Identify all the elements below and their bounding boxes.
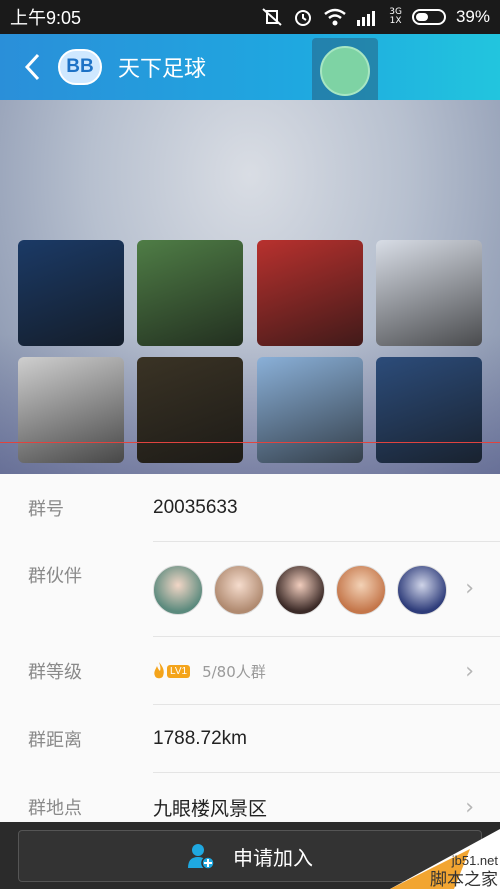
alarm-icon [295, 10, 312, 26]
watermark-name: 脚本之家 [430, 870, 498, 889]
status-bar: 上午9:05 3G 1X 39% [0, 0, 500, 34]
signal-icon [357, 11, 376, 26]
chevron-right-icon: › [465, 576, 474, 601]
highlight-line [0, 442, 500, 443]
group-logo: BB [58, 49, 102, 85]
back-arrow-icon [24, 53, 40, 81]
row-level[interactable]: 群等级 LV1 5/80人群 › [0, 637, 500, 705]
chevron-right-icon: › [465, 794, 474, 820]
group-info-list: 群号 20035633 群伙伴 › 群等级 LV1 5/80人群 › 群距离 1… [0, 474, 500, 841]
avatar [336, 565, 386, 615]
level-label: 群等级 [28, 662, 82, 683]
location-label: 群地点 [28, 798, 82, 819]
watermark-site: jb51.net [451, 853, 499, 868]
group-id-value: 20035633 [153, 497, 238, 518]
distance-label: 群距离 [28, 730, 82, 751]
add-user-icon [188, 844, 215, 869]
photo-barcelona-team[interactable] [18, 240, 124, 346]
photo-real-madrid-celebration[interactable] [376, 240, 482, 346]
status-icons: 3G 1X 39% [261, 7, 490, 27]
battery-icon [411, 9, 446, 25]
location-value: 九眼楼风景区 [153, 798, 268, 820]
row-members[interactable]: 群伙伴 › [0, 542, 500, 637]
mute-vibrate-icon [262, 8, 282, 26]
row-distance: 群距离 1788.72km [0, 705, 500, 773]
page-title: 天下足球 [118, 57, 207, 82]
photo-messi-portrait[interactable] [376, 357, 482, 463]
photo-stadium[interactable] [137, 240, 243, 346]
level-badge-text: LV1 [167, 664, 191, 678]
battery-percent: 39% [455, 7, 490, 26]
floating-ball-icon [320, 46, 370, 96]
chevron-right-icon: › [465, 658, 474, 684]
join-button-label: 申请加入 [233, 845, 313, 870]
photo-ronaldo[interactable] [18, 357, 124, 463]
avatar [214, 565, 264, 615]
flame-icon [154, 662, 164, 679]
distance-value: 1788.72km [153, 728, 248, 749]
group-id-label: 群号 [28, 499, 64, 520]
level-badge: LV1 [153, 662, 191, 680]
floating-touch-button[interactable] [312, 38, 378, 104]
level-count: 5/80人群 [202, 662, 266, 681]
back-button[interactable] [10, 34, 54, 100]
members-label: 群伙伴 [28, 566, 82, 587]
watermark: jb51.net 脚本之家 [390, 829, 500, 889]
photo-messi-ballon-dor[interactable] [137, 357, 243, 463]
photo-messi-argentina[interactable] [257, 357, 363, 463]
row-group-id: 群号 20035633 [0, 474, 500, 542]
app-header: BB 天下足球 [0, 34, 500, 104]
group-photo-gallery [0, 100, 500, 474]
member-avatars [153, 565, 447, 615]
photo-spain-celebration[interactable] [257, 240, 363, 346]
avatar [153, 565, 203, 615]
wifi-icon [324, 8, 347, 26]
network-type: 3G 1X [389, 7, 402, 26]
avatar [397, 565, 447, 615]
status-time: 上午9:05 [10, 8, 82, 28]
avatar [275, 565, 325, 615]
